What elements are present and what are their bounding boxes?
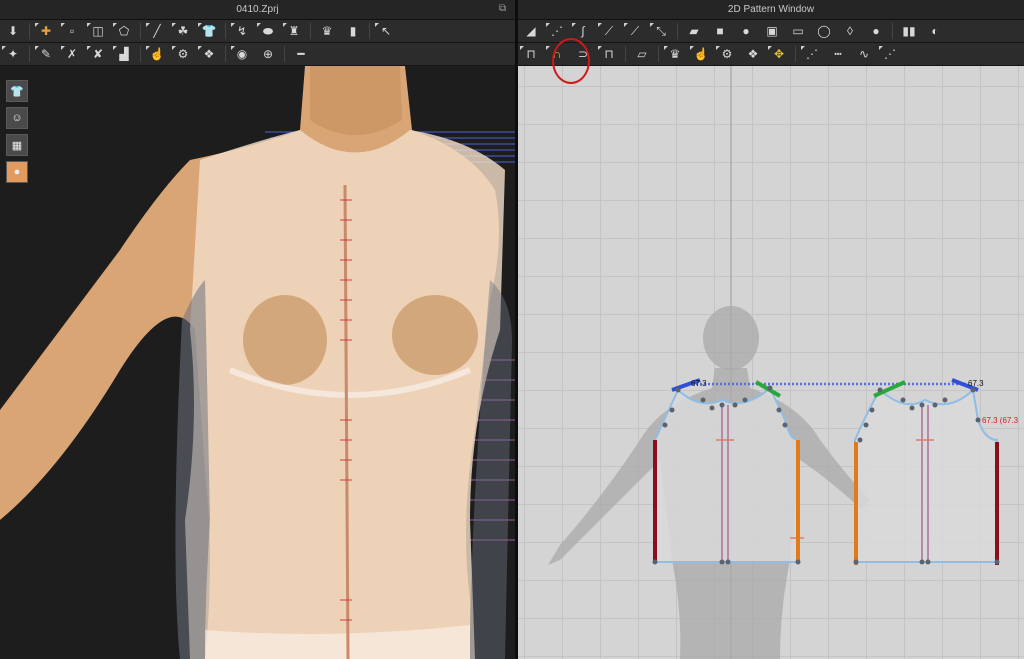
- garment-stack-icon[interactable]: ▮: [340, 21, 366, 41]
- avatar-icon[interactable]: ♛: [314, 21, 340, 41]
- pose-icon[interactable]: ✗: [59, 44, 85, 64]
- 3d-toolbar-row2: ✦ ✎ ✗ ✘ ▟ ☝ ⚙ ❖ ◉ ⊕ ━: [0, 43, 515, 66]
- topstitch-icon[interactable]: ┅: [825, 44, 851, 64]
- 3d-toolbar-row1: ⬇ ✚ ▫ ◫ ⬠ ╱ ☘ 👕 ↯ ⬬ ♜ ♛ ▮ ↖: [0, 20, 515, 43]
- trim-icon[interactable]: ♛: [662, 44, 688, 64]
- segment-icon[interactable]: ⟋: [622, 21, 648, 41]
- tack-icon[interactable]: ☘: [170, 21, 196, 41]
- edit-box-icon[interactable]: ◫: [85, 21, 111, 41]
- select-move-icon[interactable]: ⬇: [0, 21, 26, 41]
- highlight-circle: [552, 38, 590, 84]
- 2d-pattern-canvas[interactable]: 67.3 67.3 67.3 (67.3: [518, 66, 1024, 659]
- pin-icon[interactable]: ╱: [144, 21, 170, 41]
- curve-icon[interactable]: ↖: [373, 21, 399, 41]
- internal-polygon-icon[interactable]: ▣: [759, 21, 785, 41]
- pleat-icon[interactable]: ●: [863, 21, 889, 41]
- body-icon[interactable]: ♜: [281, 21, 307, 41]
- x-pose-icon[interactable]: ✘: [85, 44, 111, 64]
- garment-view-icon[interactable]: 👕: [6, 80, 28, 102]
- internal-circle-icon[interactable]: ◯: [811, 21, 837, 41]
- transform-icon[interactable]: ✚: [33, 21, 59, 41]
- stitch-line-icon[interactable]: ∿: [851, 44, 877, 64]
- measure-icon[interactable]: ⬬: [255, 21, 281, 41]
- line-icon[interactable]: ━: [288, 44, 314, 64]
- garment-icon[interactable]: ▟: [111, 44, 137, 64]
- rectangle-icon[interactable]: ▰: [681, 21, 707, 41]
- measurement-left-shoulder: 67.3: [691, 379, 707, 388]
- bust-left: [243, 295, 327, 385]
- fold-icon[interactable]: ☝: [688, 44, 714, 64]
- garment-shadow-left: [175, 280, 210, 659]
- segment-sewing-icon[interactable]: ⊓: [518, 44, 544, 64]
- pattern-piece-back: [854, 387, 998, 563]
- pattern-piece-front: [654, 386, 799, 563]
- 3d-window-title: 0410.Zprj: [236, 4, 279, 15]
- edit-sewing-icon[interactable]: ⊓: [596, 44, 622, 64]
- bars-icon[interactable]: ▮▮: [896, 21, 922, 41]
- gather-icon[interactable]: ✥: [766, 44, 792, 64]
- circle-icon[interactable]: ⊕: [255, 44, 281, 64]
- button-icon[interactable]: ❖: [740, 44, 766, 64]
- measurement-right-shoulder: 67.3: [968, 379, 984, 388]
- internal-rect-icon[interactable]: ▭: [785, 21, 811, 41]
- square-icon[interactable]: ■: [707, 21, 733, 41]
- 2d-toolbar-row1: ◢ ⋰ ∫ ⟋ ⟋ ⤡ ▰ ■ ● ▣ ▭ ◯ ◊ ● ▮▮ ◐: [518, 20, 1024, 43]
- 2d-pattern-window: 2D Pattern Window ◢ ⋰ ∫ ⟋ ⟋ ⤡ ▰ ■ ● ▣ ▭ …: [518, 0, 1024, 659]
- 2d-toolbar-row2: ⊓ ∩ ⊃ ⊓ ▱ ♛ ☝ ⚙ ❖ ✥ ⋰ ┅ ∿ ⋰: [518, 43, 1024, 66]
- polygon-icon[interactable]: ⤡: [648, 21, 674, 41]
- edit-curvature-icon[interactable]: ⟋: [596, 21, 622, 41]
- style-line-icon[interactable]: ◐: [922, 21, 948, 41]
- circle-icon[interactable]: ●: [733, 21, 759, 41]
- notch-icon[interactable]: ⚙: [714, 44, 740, 64]
- 3d-viewport[interactable]: 👕 ☺ ▦ ●: [0, 66, 515, 659]
- 3d-window-titlebar: 0410.Zprj: [0, 0, 515, 20]
- box-select-icon[interactable]: ▫: [59, 21, 85, 41]
- dart-icon[interactable]: ◊: [837, 21, 863, 41]
- neck-shadow: [310, 66, 402, 135]
- 2d-pattern-scene: [548, 66, 1000, 659]
- select-pattern-icon[interactable]: ◢: [518, 21, 544, 41]
- skin-view-icon[interactable]: ●: [6, 161, 28, 183]
- simulate-icon[interactable]: ✎: [33, 44, 59, 64]
- avatar-view-icon[interactable]: ☺: [6, 107, 28, 129]
- zigzag-icon[interactable]: ⋰: [877, 44, 903, 64]
- bust-right: [392, 295, 478, 375]
- 3d-scene: [0, 66, 515, 659]
- tape-icon[interactable]: ▱: [629, 44, 655, 64]
- target-icon[interactable]: ◉: [229, 44, 255, 64]
- fold-arrow-icon[interactable]: ↯: [229, 21, 255, 41]
- walk-icon[interactable]: ✦: [0, 44, 26, 64]
- pattern-icon[interactable]: ❖: [196, 44, 222, 64]
- gizmo-icon[interactable]: ⬠: [111, 21, 137, 41]
- shirt-icon[interactable]: 👕: [196, 21, 222, 41]
- maximize-icon[interactable]: ⧉: [499, 3, 1018, 14]
- measurement-red-label: 67.3 (67.3: [982, 416, 1019, 425]
- sew-icon[interactable]: ⚙: [170, 44, 196, 64]
- hand-icon[interactable]: ☝: [144, 44, 170, 64]
- dotted-line-icon[interactable]: ⋰: [799, 44, 825, 64]
- texture-view-icon[interactable]: ▦: [6, 134, 28, 156]
- 3d-window: 0410.Zprj ⬇ ✚ ▫ ◫ ⬠ ╱ ☘ 👕 ↯ ⬬ ♜ ♛ ▮ ↖ ✦ …: [0, 0, 515, 659]
